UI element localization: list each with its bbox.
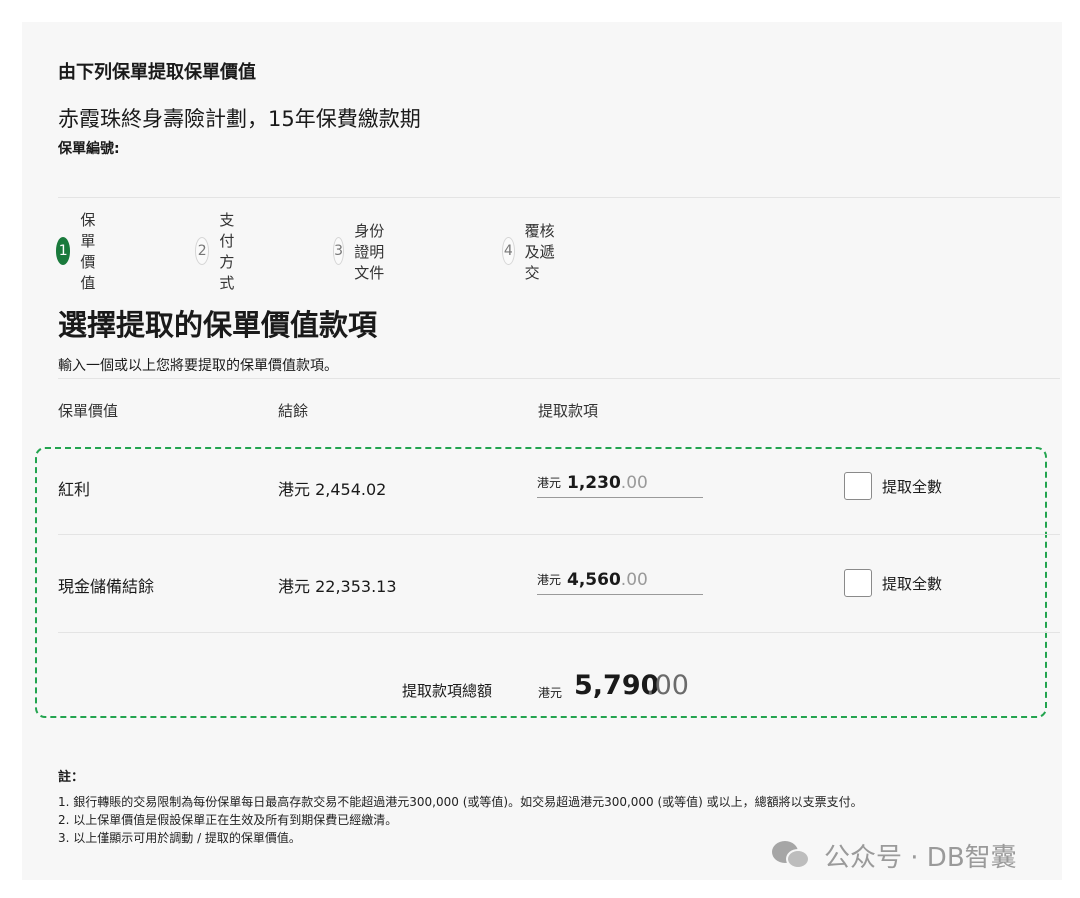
- amount-decimal: .00: [620, 569, 648, 590]
- amount-integer: 1,230: [567, 472, 621, 493]
- watermark: 公众号 · DB智囊: [772, 837, 1017, 873]
- note-item: 1. 銀行轉賬的交易限制為每份保單每日最高存款交易不能超過港元300,000 (…: [58, 795, 863, 809]
- row-label-cash-reserve: 現金儲備結餘: [58, 577, 155, 596]
- note-item: 2. 以上保單價值是假設保單正在生效及所有到期保費已經繳清。: [58, 813, 398, 827]
- column-header-balance: 結餘: [278, 402, 309, 420]
- amount-integer: 4,560: [567, 569, 621, 590]
- withdraw-all-label: 提取全數: [882, 575, 943, 593]
- total-currency: 港元: [538, 686, 563, 700]
- currency-label: 港元: [537, 573, 562, 587]
- policy-number-label: 保單編號:: [58, 141, 120, 157]
- withdraw-all-cash-reserve-checkbox[interactable]: [844, 569, 872, 597]
- step-policy-value[interactable]: 1 保單價值: [56, 211, 109, 292]
- policy-label: 由下列保單提取保單價值: [58, 62, 256, 83]
- plan-name: 赤霞珠終身壽險計劃，15年保費繳款期: [58, 107, 421, 131]
- section-title: 選擇提取的保單價值款項: [58, 308, 378, 342]
- watermark-text: 公众号 · DB智囊: [824, 842, 1017, 873]
- cash-reserve-amount-input[interactable]: 港元 4,560 .00: [537, 565, 703, 595]
- note-item: 3. 以上僅顯示可用於調動 / 提取的保單價值。: [58, 831, 301, 845]
- row-balance-bonus: 港元 2,454.02: [278, 480, 387, 499]
- step-label: 支付方式: [219, 211, 235, 292]
- step-label: 保單價值: [80, 211, 96, 292]
- section-instruction: 輸入一個或以上您將要提取的保單價值款項。: [58, 358, 338, 374]
- instruction-divider: [58, 378, 1060, 379]
- currency-label: 港元: [537, 476, 562, 490]
- step-identity-documents[interactable]: 3 身份證明文件: [333, 222, 386, 282]
- step-number: 1: [56, 237, 71, 265]
- column-header-withdrawal-amount: 提取款項: [538, 402, 599, 420]
- column-header-policy-value: 保單價值: [58, 402, 119, 420]
- row-label-bonus: 紅利: [58, 480, 91, 499]
- amount-decimal: .00: [620, 472, 648, 493]
- total-amount-decimal: .00: [646, 670, 689, 701]
- header-divider: [58, 197, 1060, 198]
- step-review-submit[interactable]: 4 覆核及遞交: [502, 222, 555, 282]
- row-divider: [58, 632, 1060, 633]
- total-label: 提取款項總額: [402, 682, 493, 700]
- step-payment-method[interactable]: 2 支付方式: [195, 211, 248, 292]
- notes-title: 註：: [58, 770, 85, 785]
- step-number: 3: [333, 237, 345, 265]
- step-label: 覆核及遞交: [524, 221, 555, 282]
- step-number: 4: [502, 237, 515, 265]
- withdraw-all-bonus-checkbox[interactable]: [844, 472, 872, 500]
- step-label: 身份證明文件: [354, 221, 385, 282]
- withdraw-all-label: 提取全數: [882, 478, 943, 496]
- bonus-amount-input[interactable]: 港元 1,230 .00: [537, 468, 703, 498]
- row-balance-cash-reserve: 港元 22,353.13: [278, 577, 397, 596]
- notes-list: 1. 銀行轉賬的交易限制為每份保單每日最高存款交易不能超過港元300,000 (…: [58, 793, 863, 847]
- step-number: 2: [195, 237, 210, 265]
- row-divider: [58, 534, 1060, 535]
- wechat-icon: [772, 839, 812, 871]
